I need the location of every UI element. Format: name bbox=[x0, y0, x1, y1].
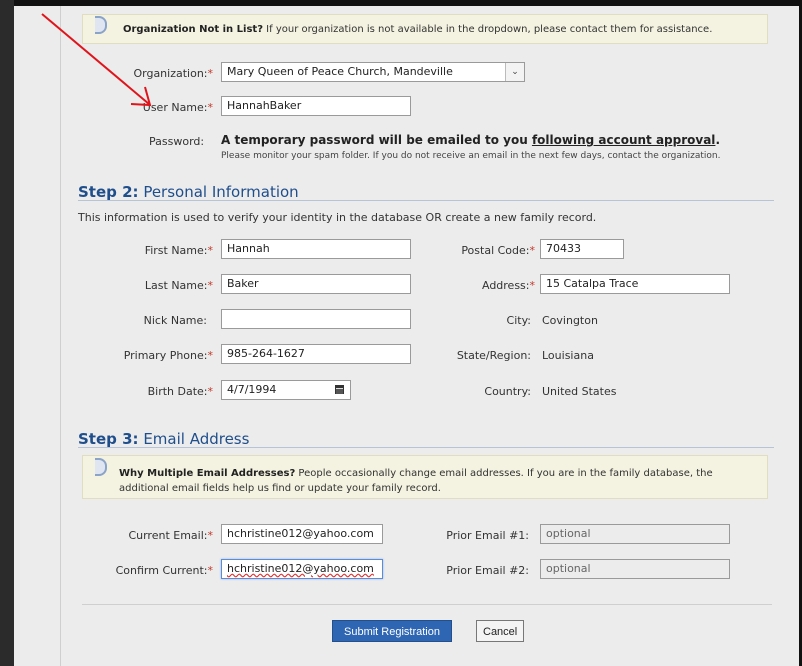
last-name-label-text: Last Name: bbox=[144, 279, 208, 292]
prior-email-2-label: Prior Email #2: bbox=[446, 564, 529, 577]
username-label: User Name:* bbox=[143, 101, 213, 114]
postal-code-value: 70433 bbox=[546, 242, 581, 255]
step3-heading: Step 3: Email Address bbox=[78, 430, 249, 448]
address-input[interactable]: 15 Catalpa Trace bbox=[540, 274, 730, 294]
organization-select-value: Mary Queen of Peace Church, Mandeville bbox=[227, 65, 453, 78]
last-name-value: Baker bbox=[227, 277, 259, 290]
confirm-email-label-text: Confirm Current: bbox=[115, 564, 208, 577]
primary-phone-label: Primary Phone:* bbox=[124, 349, 213, 362]
chevron-down-icon[interactable]: ⌄ bbox=[505, 63, 524, 81]
prior-email-2-input[interactable]: optional bbox=[540, 559, 730, 579]
state-value: Louisiana bbox=[542, 349, 594, 362]
postal-code-label: Postal Code:* bbox=[461, 244, 535, 257]
prior-email-2-placeholder: optional bbox=[546, 562, 591, 575]
info-icon bbox=[95, 458, 107, 476]
nick-name-label: Nick Name: bbox=[144, 314, 207, 327]
current-email-label-text: Current Email: bbox=[128, 529, 208, 542]
nick-name-label-text: Nick Name: bbox=[143, 314, 207, 327]
organization-notice-text: If your organization is not available in… bbox=[263, 24, 713, 35]
required-star: * bbox=[207, 67, 214, 80]
state-label: State/Region: bbox=[456, 349, 531, 362]
birth-date-label: Birth Date:* bbox=[148, 385, 213, 398]
first-name-value: Hannah bbox=[227, 242, 270, 255]
password-message: A temporary password will be emailed to … bbox=[221, 133, 720, 147]
username-input[interactable]: HannahBaker bbox=[221, 96, 411, 116]
required-star: * bbox=[529, 244, 536, 257]
current-email-label: Current Email:* bbox=[128, 529, 213, 542]
birth-date-input[interactable]: 4/7/1994 bbox=[221, 380, 351, 400]
confirm-email-input[interactable]: hchristine012@yahoo.com bbox=[221, 559, 383, 579]
content-left-border bbox=[60, 6, 61, 666]
cancel-button[interactable]: Cancel bbox=[476, 620, 524, 642]
current-email-value: hchristine012@yahoo.com bbox=[227, 527, 374, 540]
step2-number: Step 2: bbox=[78, 183, 139, 201]
organization-notice: Organization Not in List? If your organi… bbox=[82, 14, 768, 44]
birth-date-label-text: Birth Date: bbox=[147, 385, 208, 398]
email-notice: Why Multiple Email Addresses? People occ… bbox=[82, 455, 768, 499]
required-star: * bbox=[207, 529, 214, 542]
primary-phone-value: 985-264-1627 bbox=[227, 347, 305, 360]
step2-title: Personal Information bbox=[138, 183, 299, 201]
nick-name-input[interactable] bbox=[221, 309, 411, 329]
username-label-text: User Name: bbox=[142, 101, 208, 114]
city-label: City: bbox=[506, 314, 531, 327]
current-email-input[interactable]: hchristine012@yahoo.com bbox=[221, 524, 383, 544]
last-name-label: Last Name:* bbox=[145, 279, 213, 292]
required-star: * bbox=[207, 564, 214, 577]
required-star: * bbox=[207, 279, 214, 292]
submit-registration-button[interactable]: Submit Registration bbox=[332, 620, 452, 642]
password-message-end: . bbox=[715, 133, 720, 147]
step2-heading: Step 2: Personal Information bbox=[78, 183, 299, 201]
required-star: * bbox=[207, 385, 214, 398]
calendar-icon[interactable] bbox=[335, 385, 344, 394]
required-star: * bbox=[207, 101, 214, 114]
country-value: United States bbox=[542, 385, 617, 398]
required-star: * bbox=[207, 244, 214, 257]
first-name-input[interactable]: Hannah bbox=[221, 239, 411, 259]
address-label-text: Address: bbox=[481, 279, 530, 292]
confirm-email-value: hchristine012@yahoo.com bbox=[227, 562, 374, 575]
password-message-text: A temporary password will be emailed to … bbox=[221, 133, 532, 147]
window-frame-left bbox=[0, 0, 14, 666]
first-name-label-text: First Name: bbox=[144, 244, 208, 257]
first-name-label: First Name:* bbox=[145, 244, 213, 257]
country-label: Country: bbox=[484, 385, 531, 398]
birth-date-value: 4/7/1994 bbox=[227, 383, 277, 396]
organization-select[interactable]: Mary Queen of Peace Church, Mandeville ⌄ bbox=[221, 62, 525, 82]
form-divider bbox=[82, 604, 772, 605]
info-icon bbox=[95, 16, 107, 34]
primary-phone-input[interactable]: 985-264-1627 bbox=[221, 344, 411, 364]
organization-notice-title: Organization Not in List? bbox=[123, 24, 263, 35]
confirm-email-label: Confirm Current:* bbox=[116, 564, 213, 577]
email-notice-line2: additional email fields help us find or … bbox=[119, 483, 441, 494]
password-approval-link: following account approval bbox=[531, 133, 716, 147]
address-label: Address:* bbox=[482, 279, 535, 292]
prior-email-1-input[interactable]: optional bbox=[540, 524, 730, 544]
city-value: Covington bbox=[542, 314, 598, 327]
step2-description: This information is used to verify your … bbox=[78, 211, 597, 224]
password-spam-note: Please monitor your spam folder. If you … bbox=[221, 151, 721, 161]
organization-label: Organization:* bbox=[133, 67, 213, 80]
postal-code-label-text: Postal Code: bbox=[461, 244, 530, 257]
last-name-input[interactable]: Baker bbox=[221, 274, 411, 294]
address-value: 15 Catalpa Trace bbox=[546, 277, 639, 290]
password-label: Password: bbox=[149, 135, 205, 148]
email-notice-title: Why Multiple Email Addresses? bbox=[119, 468, 296, 479]
step2-rule bbox=[78, 200, 774, 201]
organization-label-text: Organization: bbox=[133, 67, 208, 80]
prior-email-1-label: Prior Email #1: bbox=[446, 529, 529, 542]
step3-rule bbox=[78, 447, 774, 448]
primary-phone-label-text: Primary Phone: bbox=[123, 349, 208, 362]
required-star: * bbox=[207, 349, 214, 362]
step3-number: Step 3: bbox=[78, 430, 139, 448]
email-notice-line1: People occasionally change email address… bbox=[295, 468, 713, 479]
required-star: * bbox=[529, 279, 536, 292]
prior-email-1-placeholder: optional bbox=[546, 527, 591, 540]
postal-code-input[interactable]: 70433 bbox=[540, 239, 624, 259]
username-input-value: HannahBaker bbox=[227, 99, 302, 112]
step3-title: Email Address bbox=[138, 430, 250, 448]
